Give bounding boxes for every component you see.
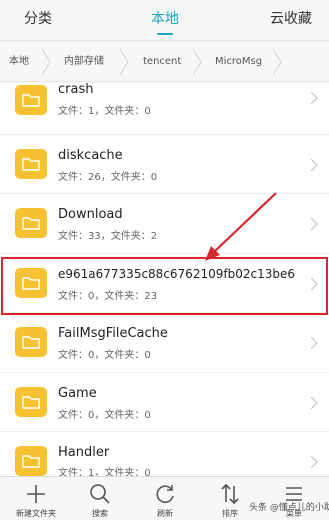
folder-icon — [15, 327, 47, 357]
folder-icon — [15, 267, 47, 298]
menu-button[interactable]: 菜单 — [261, 477, 327, 520]
breadcrumb-separator-icon — [272, 49, 282, 75]
breadcrumb-item-local[interactable]: 本地 — [9, 41, 29, 83]
chevron-right-icon — [310, 158, 318, 172]
watermark: 头条 @懂点儿的小助手 — [249, 503, 329, 513]
file-list: crash 文件：1，文件夹：0 diskcache 文件：26，文件夹：0 D… — [0, 83, 329, 476]
file-name: Handler — [58, 445, 110, 460]
breadcrumb-separator-icon — [192, 49, 202, 75]
refresh-button[interactable]: 刷新 — [132, 477, 198, 520]
file-name: Download — [58, 207, 123, 222]
list-item-folder-highlighted[interactable]: e961a677335c88c6762109fb02c13be6 文件：0，文件… — [0, 253, 329, 313]
tab-cloud-favorites[interactable]: 云收藏 — [263, 0, 319, 38]
breadcrumb-item-micromsg[interactable]: MicroMsg — [215, 41, 262, 83]
breadcrumb: 本地 内部存储 tencent MicroMsg — [0, 40, 329, 82]
file-meta: 文件：0，文件夹：0 — [58, 350, 151, 361]
new-folder-label: 新建文件夹 — [16, 509, 56, 518]
search-label: 搜索 — [92, 509, 108, 518]
sort-icon — [218, 482, 242, 506]
tab-category[interactable]: 分类 — [12, 0, 64, 38]
search-icon — [88, 482, 112, 506]
breadcrumb-item-internal-storage[interactable]: 内部存储 — [64, 41, 104, 83]
file-meta: 文件：33，文件夹：2 — [58, 231, 158, 242]
plus-icon — [24, 482, 48, 506]
list-item-folder[interactable]: FailMsgFileCache 文件：0，文件夹：0 — [0, 313, 329, 373]
top-tab-bar: 分类 本地 云收藏 — [0, 0, 329, 38]
breadcrumb-separator-icon — [41, 49, 51, 75]
folder-icon — [15, 208, 47, 238]
chevron-right-icon — [310, 396, 318, 410]
file-meta: 文件：0，文件夹：23 — [58, 290, 158, 302]
list-item-folder[interactable]: diskcache 文件：26，文件夹：0 — [0, 134, 329, 194]
chevron-right-icon — [310, 91, 318, 105]
file-meta: 文件：1，文件夹：0 — [58, 106, 151, 117]
chevron-right-icon — [310, 217, 318, 231]
refresh-icon — [153, 482, 177, 506]
file-name: e961a677335c88c6762109fb02c13be6 — [58, 266, 295, 281]
list-item-folder[interactable]: Handler 文件：1，文件夹：0 — [0, 432, 329, 476]
list-item-folder[interactable]: crash 文件：1，文件夹：0 — [0, 83, 329, 135]
chevron-right-icon — [310, 455, 318, 469]
file-name: Game — [58, 385, 97, 401]
bottom-toolbar: 新建文件夹 搜索 刷新 排序 菜单 — [0, 476, 329, 520]
file-name: crash — [58, 83, 94, 97]
folder-icon — [15, 386, 47, 417]
folder-icon — [15, 446, 47, 476]
file-meta: 文件：1，文件夹：0 — [58, 468, 151, 476]
file-meta: 文件：0，文件夹：0 — [58, 409, 151, 421]
breadcrumb-separator-icon — [119, 49, 129, 75]
sort-button[interactable]: 排序 — [197, 477, 263, 520]
file-name: FailMsgFileCache — [58, 326, 168, 341]
file-name: diskcache — [58, 147, 123, 163]
list-item-folder[interactable]: Game 文件：0，文件夹：0 — [0, 372, 329, 432]
list-item-folder[interactable]: Download 文件：33，文件夹：2 — [0, 194, 329, 254]
search-button[interactable]: 搜索 — [67, 477, 133, 520]
file-meta: 文件：26，文件夹：0 — [58, 171, 158, 183]
folder-icon — [15, 148, 47, 179]
breadcrumb-item-tencent[interactable]: tencent — [143, 41, 181, 83]
new-folder-button[interactable]: 新建文件夹 — [3, 477, 69, 520]
active-tab-indicator — [157, 33, 173, 35]
refresh-label: 刷新 — [157, 509, 173, 518]
chevron-right-icon — [310, 277, 318, 291]
chevron-right-icon — [310, 336, 318, 350]
folder-icon — [15, 85, 47, 115]
